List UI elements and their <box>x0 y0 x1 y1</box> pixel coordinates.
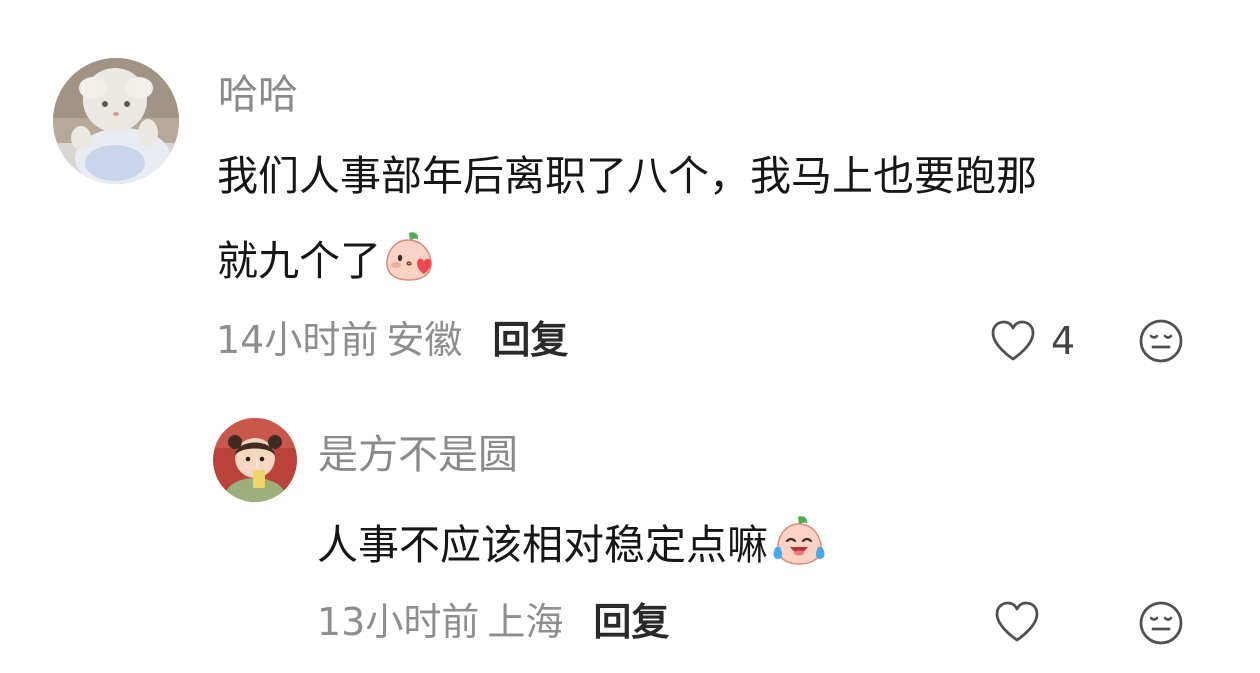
heart-outline-icon <box>993 600 1041 644</box>
like-button[interactable] <box>993 600 1055 644</box>
peach-crying-laughing-emoji-icon <box>770 513 828 567</box>
comment-text-line-with-emoji: 人事不应该相对稳定点嘛 <box>317 513 828 570</box>
comment-text-line: 就九个了 <box>217 237 381 285</box>
like-count: 4 <box>1051 319 1076 363</box>
meh-face-icon <box>1138 600 1184 646</box>
meh-face-icon <box>1138 318 1184 364</box>
comment-text-line-with-emoji: 就九个了 <box>217 229 435 286</box>
dislike-button[interactable] <box>1138 318 1184 364</box>
username[interactable]: 哈哈 <box>218 71 298 119</box>
reply-button[interactable]: 回复 <box>593 600 669 644</box>
location: 上海 <box>487 600 564 644</box>
comment-meta: 13小时前 上海 回复 <box>317 599 669 645</box>
comment-text-line: 我们人事部年后离职了八个，我马上也要跑那 <box>217 152 1037 200</box>
heart-outline-icon <box>989 319 1037 363</box>
timestamp: 13小时前 <box>317 600 480 644</box>
timestamp: 14小时前 <box>216 318 379 362</box>
dislike-button[interactable] <box>1138 600 1184 646</box>
location: 安徽 <box>386 318 463 362</box>
comment-text-line: 人事不应该相对稳定点嘛 <box>317 521 768 569</box>
username[interactable]: 是方不是圆 <box>318 431 518 479</box>
reply-button[interactable]: 回复 <box>492 318 568 362</box>
peach-kiss-emoji-icon <box>383 229 435 283</box>
avatar[interactable] <box>53 58 179 184</box>
like-button[interactable]: 4 <box>989 318 1075 364</box>
comment-meta: 14小时前 安徽 回复 <box>216 317 568 363</box>
avatar[interactable] <box>213 418 297 502</box>
